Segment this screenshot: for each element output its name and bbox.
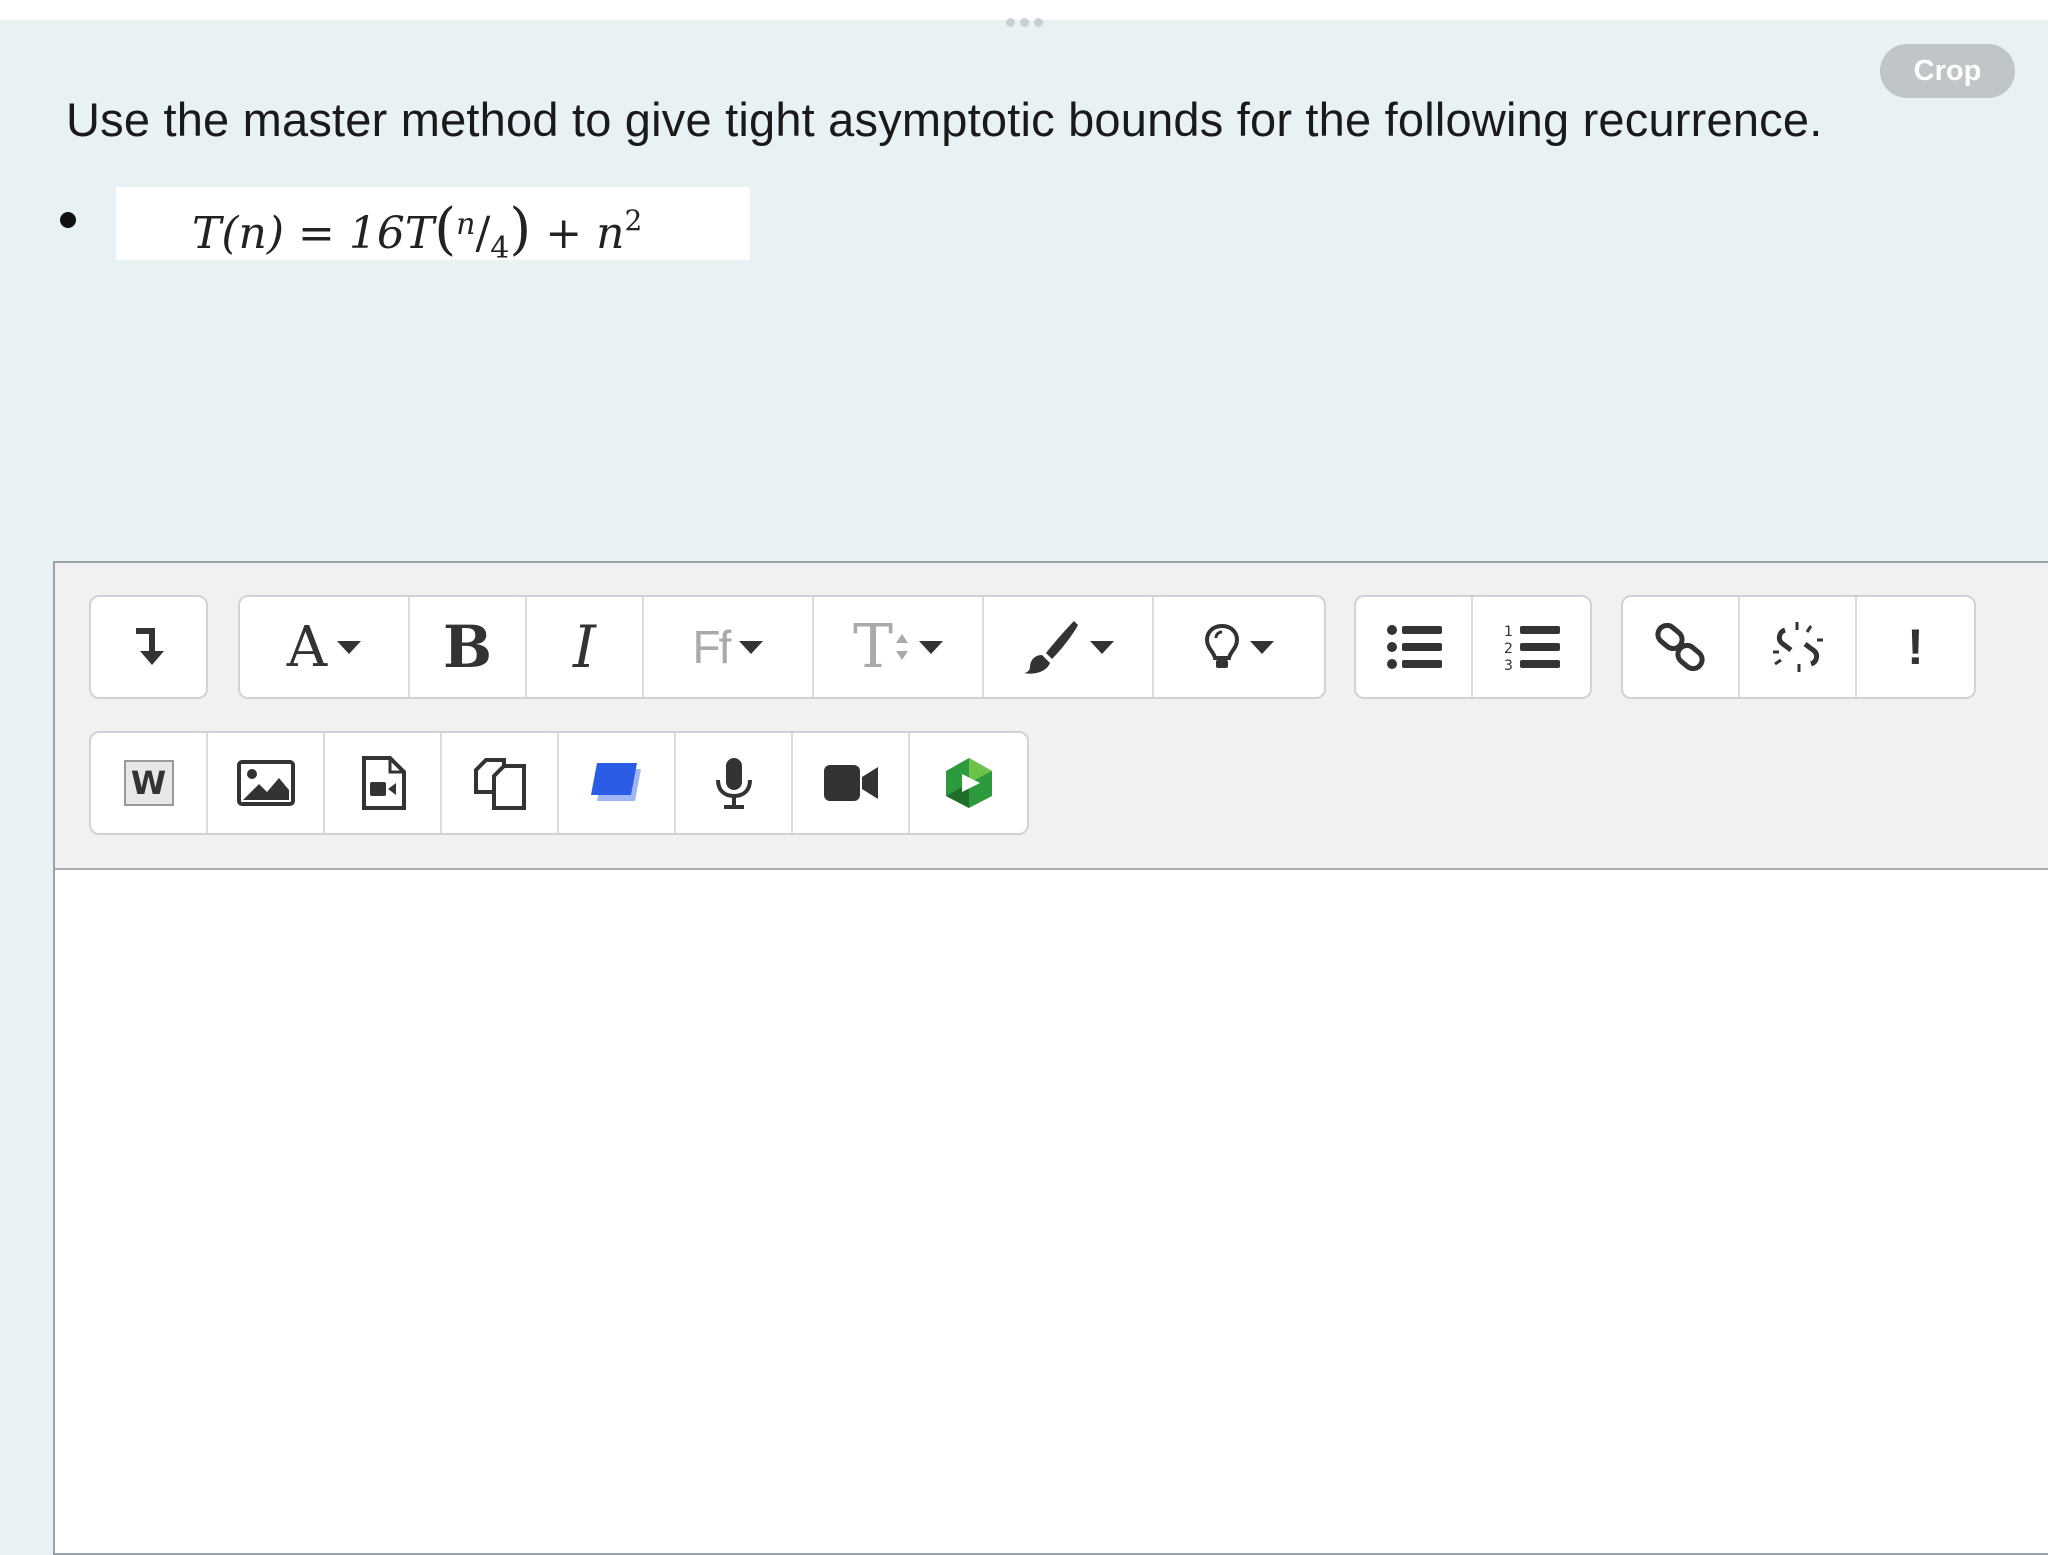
- bold-glyph: B: [442, 613, 493, 681]
- image-icon: [236, 760, 295, 806]
- microphone-icon: [715, 758, 752, 809]
- unordered-list-button[interactable]: [1356, 597, 1473, 697]
- editor-toolbar: A B I Ff T 1 2 3 ! W: [55, 563, 2048, 870]
- bold-button[interactable]: B: [410, 597, 527, 697]
- record-video-button[interactable]: [793, 733, 910, 833]
- italic-glyph: I: [573, 613, 596, 681]
- formula-exp: 2: [624, 204, 643, 237]
- recurrence-formula: T(n) = 16T(n/4) + n2: [192, 197, 642, 266]
- text-editor: A B I Ff T 1 2 3 ! W: [53, 561, 2048, 1555]
- chevron-down-icon: [337, 640, 362, 654]
- unlink-button[interactable]: [1740, 597, 1857, 697]
- formula-lhs: T(n): [192, 208, 285, 259]
- svg-text:1: 1: [1504, 624, 1513, 640]
- chevron-down-icon: [919, 640, 944, 654]
- insert-image-button[interactable]: [208, 733, 325, 833]
- formula-term: n: [596, 208, 625, 259]
- lightbulb-icon: [1204, 623, 1240, 668]
- toolbar-group-style: A B I Ff T: [238, 595, 1326, 699]
- svg-text:3: 3: [1504, 658, 1513, 672]
- manage-files-button[interactable]: [442, 733, 559, 833]
- collapse-toggle-button[interactable]: [91, 597, 206, 697]
- crop-button[interactable]: Crop: [1880, 44, 2015, 98]
- chevron-down-icon: [1250, 640, 1274, 654]
- editor-content-area[interactable]: [55, 870, 2048, 1553]
- question-text: Use the master method to give tight asym…: [66, 93, 1823, 146]
- accessibility-checker-button[interactable]: !: [1857, 597, 1974, 697]
- word-icon: W: [123, 760, 174, 806]
- copy-files-icon: [473, 758, 526, 810]
- green-play-icon: [945, 758, 992, 808]
- formula-plus: +: [545, 208, 583, 259]
- font-size-glyph: T: [852, 612, 894, 682]
- word-import-button[interactable]: W: [91, 733, 208, 833]
- link-icon: [1654, 622, 1705, 672]
- toolbar-group-collapse: [89, 595, 208, 699]
- font-family-button[interactable]: Ff: [644, 597, 814, 697]
- font-color-glyph: A: [286, 614, 328, 680]
- chevron-down-icon: [1090, 640, 1114, 654]
- italic-button[interactable]: I: [527, 597, 644, 697]
- paintbrush-icon: [1024, 621, 1078, 674]
- h5p-button[interactable]: [559, 733, 676, 833]
- insert-media-button[interactable]: [325, 733, 442, 833]
- link-button[interactable]: [1623, 597, 1740, 697]
- bullet-icon: [60, 212, 76, 228]
- video-camera-icon: [823, 765, 878, 801]
- numbered-list-icon: 1 2 3: [1504, 624, 1560, 672]
- blue-square-icon: [590, 763, 641, 801]
- bullet-list-icon: [1386, 625, 1442, 669]
- record-audio-button[interactable]: [676, 733, 793, 833]
- accessibility-helper-button[interactable]: [1154, 597, 1324, 697]
- formula-coef: 16T: [348, 208, 435, 259]
- top-bar: [0, 0, 2048, 20]
- toolbar-group-links: !: [1621, 595, 1976, 699]
- toolbar-group-lists: 1 2 3: [1354, 595, 1592, 699]
- font-size-button[interactable]: T: [814, 597, 984, 697]
- accessibility-checker-glyph: !: [1907, 619, 1924, 675]
- arrow-down-icon: [135, 628, 164, 665]
- formula-slash: /: [475, 208, 491, 259]
- brush-button[interactable]: [984, 597, 1154, 697]
- formula-num: n: [456, 207, 476, 242]
- svg-text:2: 2: [1504, 641, 1513, 657]
- formula-den: 4: [490, 231, 510, 266]
- font-family-glyph: Ff: [692, 621, 732, 673]
- chevron-down-icon: [739, 640, 764, 654]
- media-file-icon: [361, 756, 406, 810]
- drag-handle-icon[interactable]: [1000, 18, 1048, 30]
- font-color-button[interactable]: A: [240, 597, 410, 697]
- formula-close: ): [509, 197, 532, 262]
- unlink-icon: [1772, 622, 1823, 672]
- formula-equals: =: [298, 208, 335, 259]
- up-down-arrows-icon: [896, 634, 909, 660]
- ordered-list-button[interactable]: 1 2 3: [1473, 597, 1590, 697]
- toolbar-group-insert: W: [89, 731, 1029, 835]
- formula-open: (: [434, 197, 457, 262]
- panopto-button[interactable]: [910, 733, 1027, 833]
- formula-image: T(n) = 16T(n/4) + n2: [116, 187, 750, 266]
